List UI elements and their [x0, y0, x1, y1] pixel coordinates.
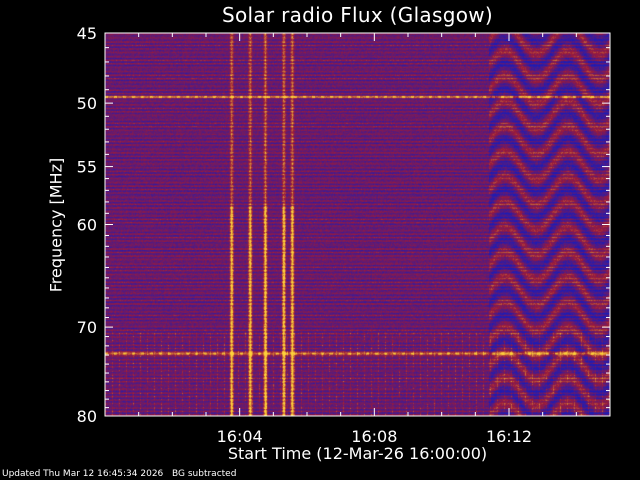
- plot-frame: [104, 32, 611, 417]
- y-tick-label: 80: [77, 407, 97, 426]
- y-tick-label: 55: [77, 158, 97, 177]
- tick-labels: 45505560708016:04 16:08 16:12: [77, 24, 532, 446]
- y-tick-label: 60: [77, 216, 97, 235]
- y-axis-label: Frequency [MHz]: [46, 157, 66, 293]
- y-tick-label: 50: [77, 94, 97, 113]
- tick-marks: [104, 32, 611, 417]
- background-note: BG subtracted: [172, 469, 237, 479]
- updated-timestamp: Updated Thu Mar 12 16:45:34 2026: [2, 469, 164, 479]
- chart-title: Solar radio Flux (Glasgow): [221, 3, 493, 27]
- y-tick-label: 45: [77, 24, 97, 43]
- chart-axes: 45505560708016:04 16:08 16:12: [77, 24, 611, 446]
- x-axis-label: Start Time (12-Mar-26 16:00:00): [227, 444, 488, 463]
- y-tick-label: 70: [77, 318, 97, 337]
